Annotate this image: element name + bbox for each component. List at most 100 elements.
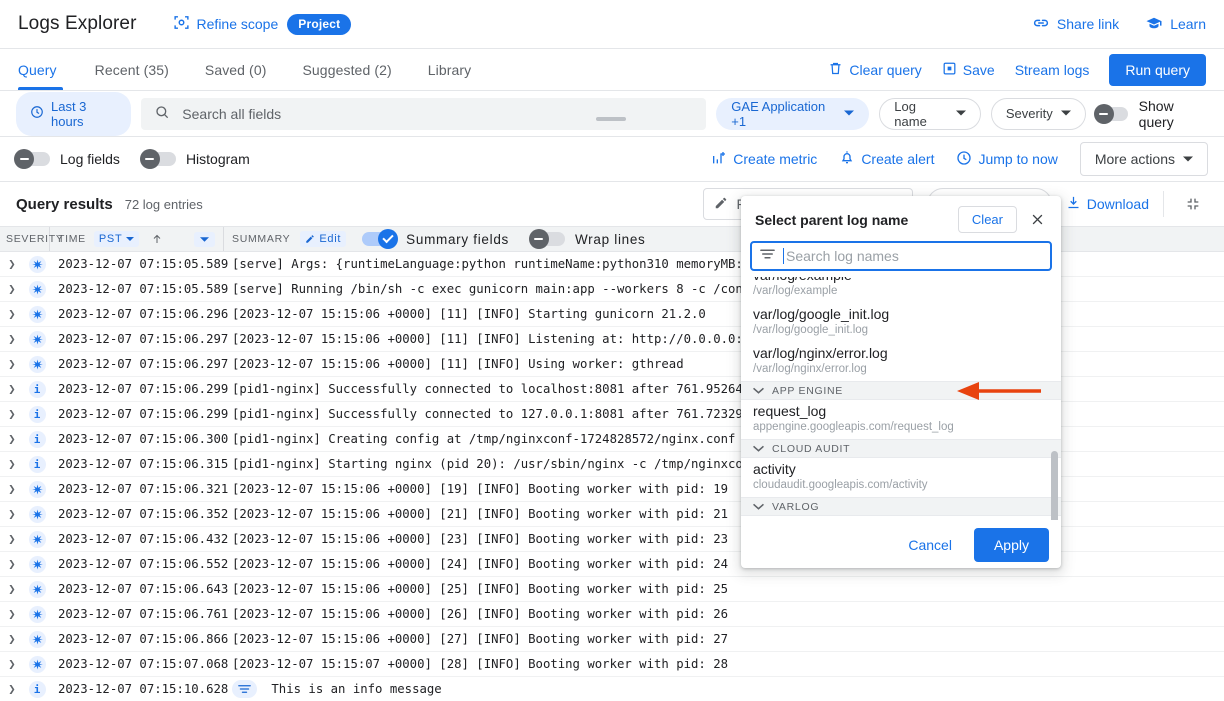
collapse-icon[interactable] xyxy=(1178,189,1208,219)
expand-row-icon[interactable]: ❯ xyxy=(0,282,24,296)
resource-filter-chip[interactable]: GAE Application +1 xyxy=(716,97,870,130)
show-query-toggle[interactable] xyxy=(1093,103,1128,124)
toolbar-divider xyxy=(1163,191,1164,217)
expand-row-icon[interactable]: ❯ xyxy=(0,382,24,396)
edit-summary-fields-button[interactable]: Edit xyxy=(300,231,347,247)
table-row[interactable]: ❯ 2023-12-07 07:15:06.761 [2023-12-07 15:1… xyxy=(0,602,1224,627)
clear-selection-button[interactable]: Clear xyxy=(957,206,1017,233)
log-group-label: VARLOG xyxy=(772,500,820,513)
tab-recent[interactable]: Recent (35) xyxy=(77,49,187,90)
log-name-option[interactable]: var/log/nginx/error.log/var/log/nginx/er… xyxy=(741,342,1061,381)
panel-scrollbar[interactable] xyxy=(1051,451,1058,520)
tab-suggested-label: Suggested (2) xyxy=(302,61,392,78)
expand-row-icon[interactable]: ❯ xyxy=(0,257,24,271)
close-icon[interactable] xyxy=(1025,208,1049,232)
severity-filter-chip[interactable]: Severity xyxy=(990,97,1086,130)
expand-row-icon[interactable]: ❯ xyxy=(0,307,24,321)
tab-library[interactable]: Library xyxy=(410,49,490,90)
tabs-row: Query Recent (35) Saved (0) Suggested (2… xyxy=(0,49,1224,91)
resource-filter-label: GAE Application +1 xyxy=(731,98,826,129)
log-name-option[interactable]: var/log/example/var/log/example xyxy=(741,277,1061,303)
severity-cell xyxy=(24,530,50,548)
log-name-filter-chip[interactable]: Log name xyxy=(879,97,981,130)
school-icon xyxy=(1145,14,1163,35)
expand-row-icon[interactable]: ❯ xyxy=(0,607,24,621)
tab-recent-label: Recent (35) xyxy=(94,61,169,78)
expand-row-icon[interactable]: ❯ xyxy=(0,457,24,471)
summary-cell: [2023-12-07 15:15:07 +0000] [28] [INFO] … xyxy=(232,657,729,671)
download-button[interactable]: Download xyxy=(1066,195,1149,213)
search-log-names-input[interactable]: Search log names xyxy=(750,241,1052,271)
share-link-button[interactable]: Share link xyxy=(1032,14,1119,35)
create-metric-button[interactable]: Create metric xyxy=(711,150,817,169)
more-actions-button[interactable]: More actions xyxy=(1079,142,1208,176)
expand-row-icon[interactable]: ❯ xyxy=(0,407,24,421)
time-range-chip[interactable]: Last 3 hours xyxy=(16,91,132,136)
timezone-selector[interactable]: PST xyxy=(93,231,140,247)
expand-row-icon[interactable]: ❯ xyxy=(0,332,24,346)
search-all-fields-input[interactable]: Search all fields xyxy=(141,97,707,130)
log-name-option[interactable]: activity cloudaudit.googleapis.com/activi… xyxy=(741,458,1061,497)
table-row[interactable]: ❯ 2023-12-07 07:15:06.643 [2023-12-07 15:1… xyxy=(0,577,1224,602)
expand-row-icon[interactable]: ❯ xyxy=(0,357,24,371)
chart-add-icon xyxy=(711,150,727,169)
log-names-list[interactable]: var/log/example/var/log/examplevar/log/g… xyxy=(741,277,1061,520)
clear-query-button[interactable]: Clear query xyxy=(828,61,922,79)
log-fields-toggle[interactable] xyxy=(14,149,50,169)
results-title: Query results xyxy=(16,195,113,213)
log-group-header[interactable]: APP ENGINE xyxy=(741,381,1061,400)
expand-row-icon[interactable]: ❯ xyxy=(0,482,24,496)
summary-fields-toggle[interactable] xyxy=(362,229,399,249)
expand-row-icon[interactable]: ❯ xyxy=(0,532,24,546)
histogram-label: Histogram xyxy=(185,151,250,167)
expand-row-icon[interactable]: ❯ xyxy=(0,507,24,521)
log-name-title: var/log/nginx/error.log xyxy=(753,345,888,361)
column-summary: SUMMARY Edit Summary fields Wrap lines xyxy=(224,227,1224,251)
expand-row-icon[interactable]: ❯ xyxy=(0,682,24,696)
log-name-option[interactable]: var/log/google_init.log/var/log/google_i… xyxy=(741,303,1061,342)
expand-row-icon[interactable]: ❯ xyxy=(0,557,24,571)
expand-row-icon[interactable]: ❯ xyxy=(0,582,24,596)
log-group-header[interactable]: VARLOG xyxy=(741,497,1061,516)
sort-ascending-button[interactable] xyxy=(147,231,167,247)
page-title: Logs Explorer xyxy=(18,13,137,34)
table-row[interactable]: ❯ 2023-12-07 07:15:06.866 [2023-12-07 15:1… xyxy=(0,627,1224,652)
refine-scope-button[interactable]: Refine scope xyxy=(173,14,278,34)
learn-button[interactable]: Learn xyxy=(1145,14,1206,35)
run-query-button[interactable]: Run query xyxy=(1109,53,1206,86)
create-alert-button[interactable]: Create alert xyxy=(839,150,934,169)
expand-row-icon[interactable]: ❯ xyxy=(0,657,24,671)
table-row[interactable]: ❯ i 2023-12-07 07:15:10.628 This is an i… xyxy=(0,677,1224,701)
log-fields-toggle-group[interactable]: Log fields xyxy=(14,149,120,169)
stream-logs-button[interactable]: Stream logs xyxy=(1015,62,1090,78)
jump-to-now-button[interactable]: Jump to now xyxy=(956,150,1058,169)
apply-button[interactable]: Apply xyxy=(973,527,1049,562)
wrap-lines-toggle[interactable] xyxy=(528,229,565,249)
log-name-option[interactable]: systemvarlog/system xyxy=(741,516,1061,520)
timestamp-cell: 2023-12-07 07:15:06.299 xyxy=(58,407,229,421)
cancel-button[interactable]: Cancel xyxy=(896,529,964,561)
tab-library-label: Library xyxy=(427,61,472,78)
panel-header: Select parent log name Clear xyxy=(741,196,1061,241)
tab-saved[interactable]: Saved (0) xyxy=(187,49,285,90)
tab-query-label: Query xyxy=(18,61,57,78)
log-name-filter-label: Log name xyxy=(894,98,927,129)
time-column-menu-button[interactable] xyxy=(194,231,215,247)
expand-row-icon[interactable]: ❯ xyxy=(0,432,24,446)
summary-cell: [pid1-nginx] Successfully connected to l… xyxy=(232,382,810,396)
expand-row-icon[interactable]: ❯ xyxy=(0,632,24,646)
save-query-button[interactable]: Save xyxy=(942,61,995,79)
chevron-down-icon xyxy=(1183,151,1193,167)
log-group-header[interactable]: CLOUD AUDIT xyxy=(741,439,1061,458)
wrap-lines-toggle-group[interactable]: Wrap lines xyxy=(528,229,646,249)
panel-resize-handle[interactable] xyxy=(596,117,626,121)
histogram-toggle[interactable] xyxy=(139,149,176,169)
table-row[interactable]: ❯ 2023-12-07 07:15:07.068 [2023-12-07 15:1… xyxy=(0,652,1224,677)
tab-suggested[interactable]: Suggested (2) xyxy=(284,49,409,90)
log-group-label: CLOUD AUDIT xyxy=(772,442,851,455)
project-scope-chip[interactable]: Project xyxy=(287,13,352,35)
summary-fields-toggle-group[interactable]: Summary fields xyxy=(362,229,509,249)
log-name-option[interactable]: request_log appengine.googleapis.com/requ… xyxy=(741,400,1061,439)
histogram-toggle-group[interactable]: Histogram xyxy=(139,149,250,169)
tab-query[interactable]: Query xyxy=(18,49,77,90)
